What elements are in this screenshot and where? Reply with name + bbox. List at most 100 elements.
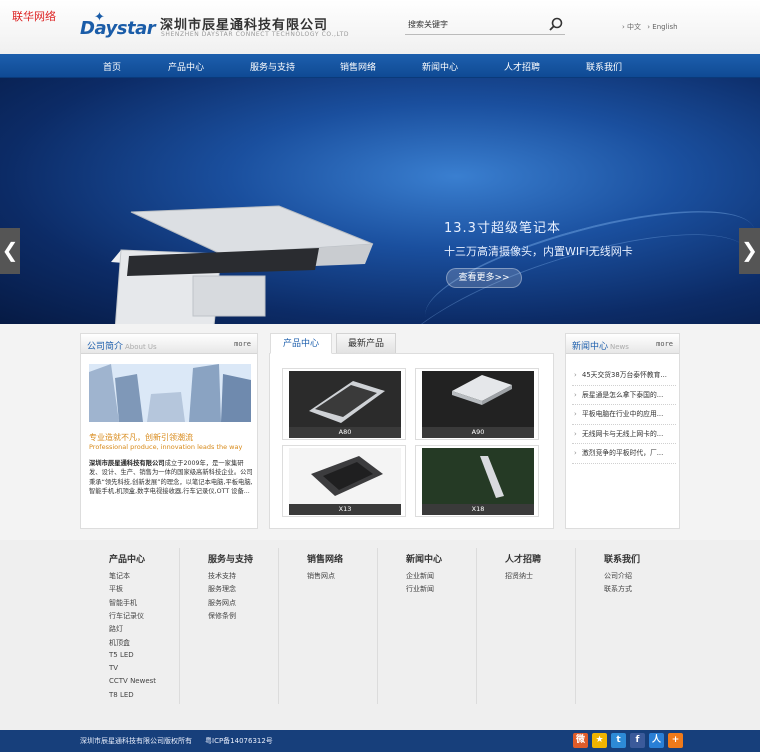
about-company-name: 深圳市辰星通科技有限公司: [89, 460, 165, 467]
product-name: A80: [289, 427, 401, 438]
about-title-en: About Us: [125, 343, 157, 351]
banner-subtitle: 十三万高清摄像头，内置WIFI无线网卡: [444, 245, 633, 258]
banner-more-button[interactable]: 查看更多>>: [446, 268, 522, 288]
news-item[interactable]: 激烈竞争的平板时代，厂...: [572, 444, 676, 464]
footer-link[interactable]: 智能手机: [109, 598, 137, 608]
product-image: [422, 448, 534, 504]
footer-divider: [377, 548, 378, 704]
footer-title-news: 新闻中心: [406, 555, 443, 565]
about-panel-title: 公司简介 About Us: [87, 339, 157, 352]
footer-link[interactable]: 笔记本: [109, 571, 130, 581]
corner-tag[interactable]: 联华网络: [12, 8, 56, 24]
news-item[interactable]: 平板电脑在行业中的应用...: [572, 405, 676, 425]
nav-contact[interactable]: 联系我们: [586, 60, 622, 73]
footer-divider: [179, 548, 180, 704]
about-more-link[interactable]: more: [234, 340, 251, 348]
about-slogan-en: Professional produce, innovation leads t…: [89, 443, 243, 451]
news-panel: 新闻中心News more 45天交货38万台泰怀教育... 辰星通是怎么拿下泰…: [565, 333, 680, 529]
news-panel-header: 新闻中心 News more: [566, 334, 679, 354]
copyright-text: 深圳市辰星通科技有限公司版权所有: [80, 737, 192, 745]
footer-divider: [476, 548, 477, 704]
banner-prev-button[interactable]: ❮: [0, 228, 20, 274]
product-image: [289, 371, 401, 427]
facebook-icon[interactable]: f: [630, 733, 645, 748]
footer-link[interactable]: T5 LED: [109, 651, 134, 659]
about-description: 深圳市辰星通科技有限公司成立于2009年，是一家集研发、设计、生产、销售为一体的…: [89, 459, 253, 496]
footer-link[interactable]: 销售网点: [307, 571, 335, 581]
footer-link[interactable]: 技术支持: [208, 571, 236, 581]
footer-link[interactable]: 服务理念: [208, 584, 236, 594]
footer-divider: [278, 548, 279, 704]
news-item[interactable]: 辰星通是怎么拿下泰国的...: [572, 386, 676, 405]
footer-title-contact: 联系我们: [604, 555, 641, 565]
footer-link[interactable]: 平板: [109, 584, 123, 594]
footer-link[interactable]: 企业新闻: [406, 571, 434, 581]
logo-word: Daystar: [80, 18, 156, 39]
footer-link[interactable]: CCTV Newest: [109, 677, 156, 685]
about-slogan: 专业造就不凡，创新引领潮流: [89, 433, 193, 442]
footer-sitemap: 产品中心笔记本平板智能手机行车记录仪路灯机顶盒 T5 LED TV CCTV Newe…: [0, 540, 760, 730]
footer-link[interactable]: 服务网点: [208, 598, 236, 608]
product-card[interactable]: A90: [415, 368, 539, 440]
product-name: A90: [422, 427, 534, 438]
footer-title-products: 产品中心: [109, 555, 146, 565]
news-title-en: News: [610, 343, 629, 351]
qzone-icon[interactable]: ★: [592, 733, 607, 748]
daystar-logo[interactable]: Daystar ✦: [80, 10, 156, 42]
tencent-weibo-icon[interactable]: t: [611, 733, 626, 748]
tab-new-products[interactable]: 最新产品: [336, 333, 396, 354]
lang-chinese-link[interactable]: › 中文: [622, 23, 641, 31]
footer-link[interactable]: 行车记录仪: [109, 611, 144, 621]
nav-news[interactable]: 新闻中心: [422, 60, 458, 73]
lang-english-link[interactable]: › English: [647, 23, 677, 31]
footer-divider: [575, 548, 576, 704]
footer-link[interactable]: T8 LED: [109, 691, 134, 699]
nav-products[interactable]: 产品中心: [168, 60, 204, 73]
search-icon[interactable]: [548, 16, 564, 32]
news-more-link[interactable]: more: [656, 340, 673, 348]
footer-link[interactable]: 公司介绍: [604, 571, 632, 581]
more-share-icon[interactable]: +: [668, 733, 683, 748]
news-panel-title: 新闻中心 News: [572, 339, 629, 352]
tab-product-center[interactable]: 产品中心: [270, 333, 332, 354]
weibo-icon[interactable]: 微: [573, 733, 588, 748]
news-item[interactable]: 45天交货38万台泰怀教育...: [572, 366, 676, 386]
banner-title: 13.3寸超级笔记本: [444, 221, 561, 236]
laptop-image: [111, 205, 374, 324]
footer-link[interactable]: TV: [109, 664, 118, 672]
footer-title-service: 服务与支持: [208, 555, 254, 565]
nav-home[interactable]: 首页: [103, 60, 121, 73]
products-grid: A80 A90 X13 X18: [269, 353, 554, 529]
bottom-bar: 深圳市辰星通科技有限公司版权所有 粤ICP备14076312号 微 ★ t f 人 +: [0, 730, 760, 752]
search-box[interactable]: 搜索关键字: [405, 16, 565, 35]
footer-link[interactable]: 联系方式: [604, 584, 632, 594]
footer-title-jobs: 人才招聘: [505, 555, 542, 565]
about-panel-header: 公司简介 About Us more: [81, 334, 257, 354]
product-card[interactable]: X13: [282, 445, 406, 517]
main-nav: 首页 产品中心 服务与支持 销售网络 新闻中心 人才招聘 联系我们: [0, 54, 760, 78]
footer-link[interactable]: 路灯: [109, 624, 123, 634]
company-name-en: SHENZHEN DAYSTAR CONNECT TECHNOLOGY CO.,…: [161, 31, 350, 38]
footer-title-sales: 销售网络: [307, 555, 344, 565]
footer-link[interactable]: 机顶盒: [109, 638, 130, 648]
nav-service[interactable]: 服务与支持: [250, 60, 295, 73]
footer-link[interactable]: 招贤纳士: [505, 571, 533, 581]
news-list: 45天交货38万台泰怀教育... 辰星通是怎么拿下泰国的... 平板电脑在行业中…: [572, 366, 676, 464]
language-switch: › 中文 › English: [622, 22, 682, 32]
product-image: [289, 448, 401, 504]
product-name: X18: [422, 504, 534, 515]
nav-sales[interactable]: 销售网络: [340, 60, 376, 73]
renren-icon[interactable]: 人: [649, 733, 664, 748]
icp-number[interactable]: 粤ICP备14076312号: [205, 736, 273, 746]
product-card[interactable]: X18: [415, 445, 539, 517]
product-card[interactable]: A80: [282, 368, 406, 440]
news-item[interactable]: 无线网卡与无线上网卡的...: [572, 425, 676, 444]
header: 联华网络 Daystar ✦ 深圳市辰星通科技有限公司 SHENZHEN DAY…: [0, 0, 760, 54]
product-name: X13: [289, 504, 401, 515]
about-panel: 公司简介 About Us more 专业造就不凡，创新引领潮流 Professi…: [80, 333, 258, 529]
search-input[interactable]: 搜索关键字: [408, 19, 448, 30]
banner-next-button[interactable]: ❯: [739, 228, 760, 274]
footer-link[interactable]: 保修条例: [208, 611, 236, 621]
footer-link[interactable]: 行业新闻: [406, 584, 434, 594]
nav-jobs[interactable]: 人才招聘: [504, 60, 540, 73]
